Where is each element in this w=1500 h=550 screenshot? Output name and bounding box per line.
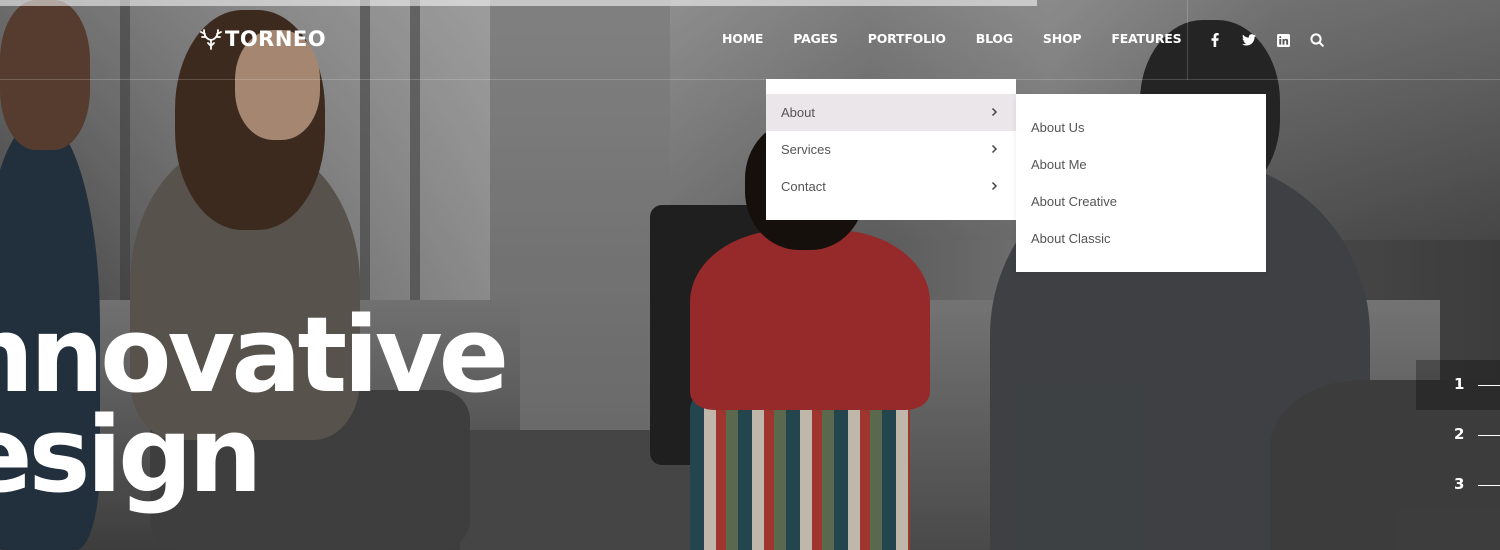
slide-number: 2 — [1454, 425, 1465, 443]
dropdown-item-contact[interactable]: Contact — [766, 168, 1016, 205]
nav-item-portfolio[interactable]: PORTFOLIO — [868, 31, 946, 46]
slide-number: 1 — [1454, 375, 1465, 393]
main-nav: HOME PAGES PORTFOLIO BLOG SHOP FEATURES — [722, 31, 1182, 46]
facebook-icon[interactable] — [1206, 32, 1224, 48]
hero-title-line: esign — [0, 394, 263, 516]
nav-item-pages[interactable]: PAGES — [793, 31, 838, 46]
pages-dropdown-menu: About Services Contact — [766, 79, 1016, 220]
stag-antler-icon — [200, 29, 222, 50]
submenu-item-about-us[interactable]: About Us — [1016, 109, 1266, 146]
chevron-right-icon — [991, 144, 998, 154]
hero-title-line: nnovative — [0, 294, 509, 416]
about-submenu: About Us About Me About Creative About C… — [1016, 94, 1266, 272]
brand-logo[interactable]: TORNEO — [200, 27, 326, 51]
slide-pagination: 1 2 3 — [1416, 360, 1500, 510]
nav-item-home[interactable]: HOME — [722, 31, 763, 46]
chevron-right-icon — [991, 107, 998, 117]
social-links — [1206, 32, 1326, 48]
slide-button-1[interactable]: 1 — [1416, 360, 1500, 410]
nav-item-shop[interactable]: SHOP — [1043, 31, 1082, 46]
nav-item-features[interactable]: FEATURES — [1111, 31, 1181, 46]
dropdown-item-services[interactable]: Services — [766, 131, 1016, 168]
dropdown-item-label: Contact — [781, 179, 826, 194]
dropdown-item-about[interactable]: About — [766, 94, 1016, 131]
twitter-icon[interactable] — [1240, 32, 1258, 48]
site-header: TORNEO HOME PAGES PORTFOLIO BLOG SHOP FE… — [0, 0, 1500, 80]
slide-indicator-line — [1478, 435, 1500, 436]
submenu-item-about-classic[interactable]: About Classic — [1016, 220, 1266, 257]
dropdown-item-label: Services — [781, 142, 831, 157]
search-icon[interactable] — [1308, 32, 1326, 48]
hero-title: nnovative esign — [0, 294, 509, 516]
slide-button-2[interactable]: 2 — [1416, 410, 1500, 460]
slide-button-3[interactable]: 3 — [1416, 460, 1500, 510]
chevron-right-icon — [991, 181, 998, 191]
nav-item-blog[interactable]: BLOG — [976, 31, 1013, 46]
linkedin-icon[interactable] — [1274, 32, 1292, 48]
submenu-item-about-creative[interactable]: About Creative — [1016, 183, 1266, 220]
header-divider — [1187, 0, 1188, 80]
submenu-item-about-me[interactable]: About Me — [1016, 146, 1266, 183]
slide-indicator-line — [1478, 385, 1500, 386]
dropdown-item-label: About — [781, 105, 815, 120]
brand-name: TORNEO — [225, 27, 327, 51]
slide-number: 3 — [1454, 475, 1465, 493]
slide-indicator-line — [1478, 485, 1500, 486]
